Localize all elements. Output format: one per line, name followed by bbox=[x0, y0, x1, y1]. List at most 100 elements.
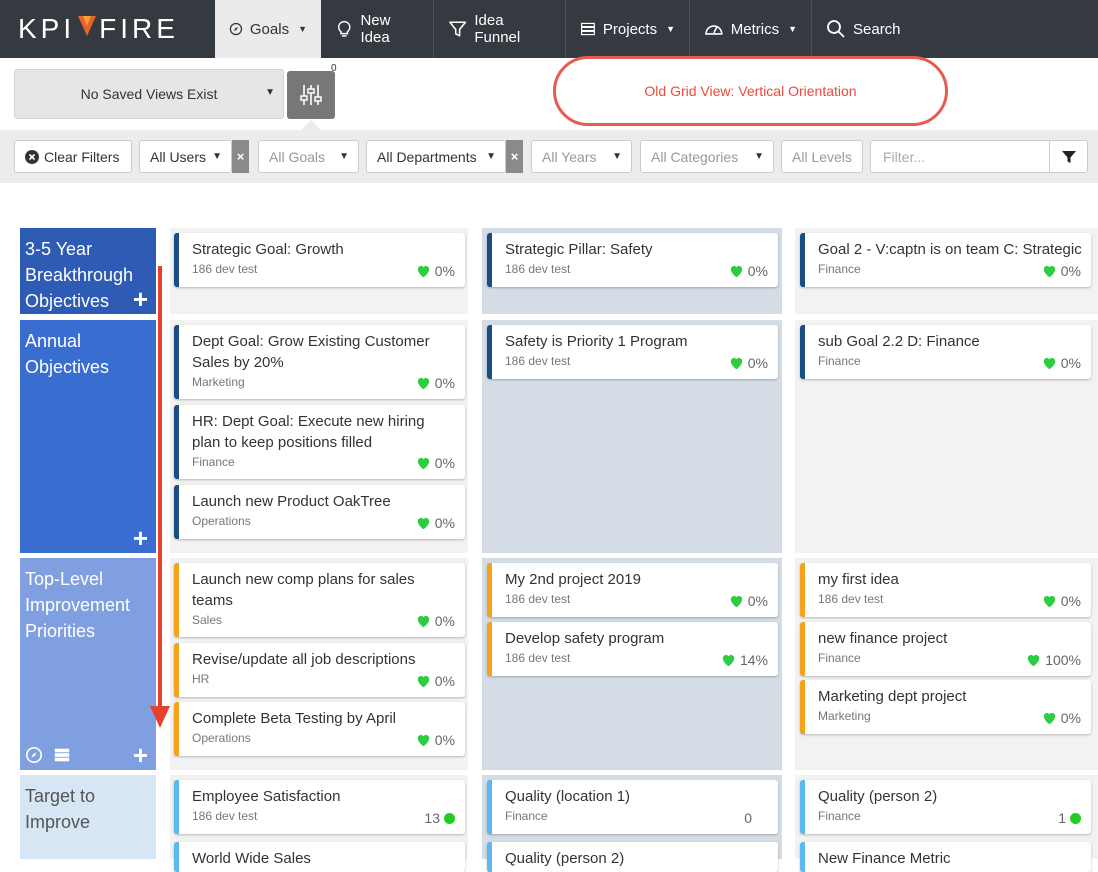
heart-icon bbox=[417, 377, 429, 390]
add-icon[interactable]: + bbox=[133, 286, 148, 312]
departments-filter-label: All Departments bbox=[377, 148, 477, 165]
filter-funnel-button[interactable] bbox=[1049, 140, 1088, 173]
card-title: Strategic Pillar: Safety bbox=[505, 241, 653, 258]
users-filter[interactable]: All Users ▼ bbox=[139, 140, 232, 173]
row-header-target: Target to Improve bbox=[20, 775, 156, 859]
years-filter[interactable]: All Years ▼ bbox=[531, 140, 632, 173]
goal-card[interactable]: Safety is Priority 1 Program 186 dev tes… bbox=[487, 325, 778, 379]
metric-card[interactable]: Quality (person 2) Finance 1 bbox=[800, 780, 1091, 834]
project-card[interactable]: my first idea 186 dev test 0% bbox=[800, 563, 1091, 617]
levels-filter-label: All Levels bbox=[792, 148, 852, 165]
view-settings-button[interactable] bbox=[287, 71, 335, 119]
nav-metrics[interactable]: Metrics ▼ bbox=[689, 0, 811, 58]
card-metric: 0% bbox=[1042, 593, 1081, 609]
goal-card[interactable]: HR: Dept Goal: Execute new hiring plan t… bbox=[174, 405, 465, 479]
card-metric: 0% bbox=[1042, 263, 1081, 279]
metric-card[interactable]: Employee Satisfaction 186 dev test 13 bbox=[174, 780, 465, 834]
chevron-down-icon: ▼ bbox=[666, 24, 675, 34]
card-metric-value: 14% bbox=[739, 652, 768, 668]
add-icon[interactable]: + bbox=[133, 742, 148, 768]
clear-users-icon[interactable]: × bbox=[232, 140, 249, 173]
card-title: HR: Dept Goal: Execute new hiring plan t… bbox=[192, 413, 425, 451]
saved-views-select[interactable]: No Saved Views Exist ▼ bbox=[14, 69, 284, 119]
metric-card[interactable]: Quality (person 2) bbox=[487, 842, 778, 872]
clear-filters-button[interactable]: Clear Filters bbox=[14, 140, 132, 173]
project-card[interactable]: Develop safety program 186 dev test 14% bbox=[487, 622, 778, 676]
heart-icon bbox=[730, 595, 742, 608]
project-card[interactable]: new finance project Finance 100% bbox=[800, 622, 1091, 676]
levels-filter[interactable]: All Levels bbox=[781, 140, 863, 173]
filter-input[interactable]: Filter... bbox=[870, 140, 1050, 173]
card-metric: 0% bbox=[416, 732, 455, 748]
settings-count: 0 bbox=[331, 63, 337, 74]
nav-idea-funnel[interactable]: Idea Funnel bbox=[433, 0, 565, 58]
red-arrow-annotation bbox=[150, 266, 170, 728]
card-metric-value: 0 bbox=[744, 810, 752, 826]
card-metric: 14% bbox=[721, 652, 768, 668]
metric-card[interactable]: Quality (location 1) Finance 0 bbox=[487, 780, 778, 834]
chevron-down-icon: ▼ bbox=[486, 151, 496, 162]
metric-card[interactable]: World Wide Sales bbox=[174, 842, 465, 872]
card-metric-value: 0% bbox=[434, 732, 455, 748]
flame-icon bbox=[75, 13, 99, 45]
card-metric-value: 0% bbox=[747, 355, 768, 371]
card-title: Marketing dept project bbox=[818, 688, 967, 705]
add-icon[interactable]: + bbox=[133, 525, 148, 551]
project-card[interactable]: Complete Beta Testing by April Operation… bbox=[174, 702, 465, 756]
server-icon[interactable] bbox=[53, 746, 71, 764]
card-title: sub Goal 2.2 D: Finance bbox=[818, 333, 980, 350]
heart-icon bbox=[1043, 265, 1055, 278]
card-metric: 0% bbox=[416, 263, 455, 279]
nav-goals[interactable]: Goals ▼ bbox=[215, 0, 321, 58]
project-card[interactable]: Marketing dept project Marketing 0% bbox=[800, 680, 1091, 734]
card-metric-value: 0% bbox=[434, 673, 455, 689]
lightbulb-icon bbox=[337, 20, 351, 37]
nav-search[interactable]: Search bbox=[811, 0, 921, 58]
card-title: Develop safety program bbox=[505, 630, 665, 647]
nav-idea-funnel-label: Idea Funnel bbox=[474, 12, 521, 46]
heart-icon bbox=[730, 265, 742, 278]
status-dot-icon bbox=[1070, 812, 1081, 824]
compass-icon[interactable] bbox=[25, 746, 43, 764]
departments-filter[interactable]: All Departments ▼ bbox=[366, 140, 506, 173]
metric-card[interactable]: New Finance Metric bbox=[800, 842, 1091, 872]
heart-icon bbox=[417, 265, 429, 278]
card-title: new finance project bbox=[818, 630, 948, 647]
users-filter-label: All Users bbox=[150, 148, 207, 165]
card-title: Quality (location 1) bbox=[505, 788, 631, 805]
goal-card[interactable]: Strategic Pillar: Safety 186 dev test 0% bbox=[487, 233, 778, 287]
goal-card[interactable]: Goal 2 - V:captn is on team C: Strategic… bbox=[800, 233, 1091, 287]
goals-filter[interactable]: All Goals ▼ bbox=[258, 140, 359, 173]
chevron-down-icon: ▼ bbox=[612, 151, 622, 162]
logo-right: FIRE bbox=[99, 13, 179, 44]
project-card[interactable]: Launch new comp plans for sales teams Sa… bbox=[174, 563, 465, 637]
card-metric-value: 0% bbox=[1060, 593, 1081, 609]
nav-projects-label: Projects bbox=[602, 20, 658, 38]
card-subtitle: 186 dev test bbox=[192, 809, 258, 823]
categories-filter[interactable]: All Categories ▼ bbox=[640, 140, 774, 173]
project-card[interactable]: My 2nd project 2019 186 dev test 0% bbox=[487, 563, 778, 617]
heart-icon bbox=[1043, 357, 1055, 370]
card-title: Dept Goal: Grow Existing Customer Sales … bbox=[192, 333, 430, 371]
card-subtitle: Finance bbox=[818, 809, 861, 823]
clear-departments-icon[interactable]: × bbox=[506, 140, 523, 173]
categories-filter-label: All Categories bbox=[651, 148, 739, 165]
heart-icon bbox=[417, 675, 429, 688]
card-metric: 0% bbox=[729, 355, 768, 371]
nav-new-idea[interactable]: New Idea bbox=[321, 0, 433, 58]
card-metric: 100% bbox=[1026, 652, 1081, 668]
kpifire-logo[interactable]: KPI FIRE bbox=[0, 0, 215, 58]
project-card[interactable]: Revise/update all job descriptions HR 0% bbox=[174, 643, 465, 697]
goals-filter-label: All Goals bbox=[269, 148, 326, 165]
card-metric: 0% bbox=[416, 515, 455, 531]
sliders-icon bbox=[300, 85, 322, 105]
goal-card[interactable]: Strategic Goal: Growth 186 dev test 0% bbox=[174, 233, 465, 287]
nav-projects[interactable]: Projects ▼ bbox=[565, 0, 689, 58]
goal-card[interactable]: Launch new Product OakTree Operations 0% bbox=[174, 485, 465, 539]
row-header-label: Top-Level Improvement Priorities bbox=[25, 569, 131, 641]
saved-views-label: No Saved Views Exist bbox=[80, 86, 218, 102]
goal-card[interactable]: Dept Goal: Grow Existing Customer Sales … bbox=[174, 325, 465, 399]
chevron-down-icon: ▼ bbox=[754, 151, 764, 162]
heart-icon bbox=[417, 734, 429, 747]
goal-card[interactable]: sub Goal 2.2 D: Finance Finance 0% bbox=[800, 325, 1091, 379]
